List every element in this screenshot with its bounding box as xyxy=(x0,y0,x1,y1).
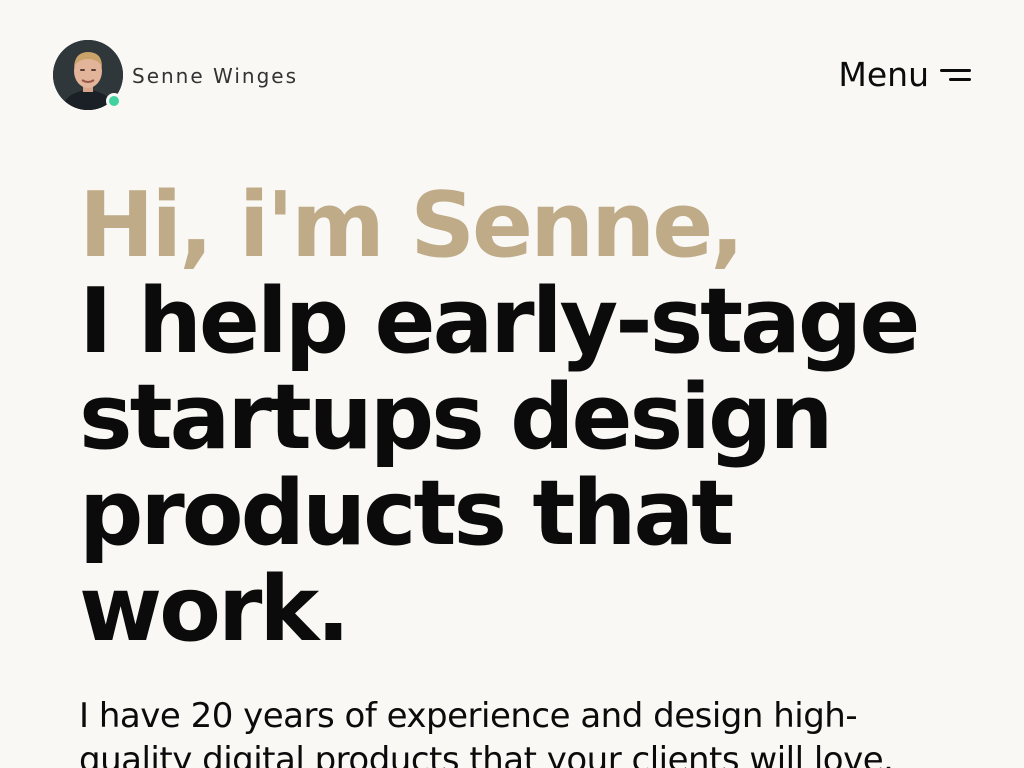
hero-greeting: Hi, i'm Senne, xyxy=(79,173,744,278)
profile-link[interactable]: Senne Winges xyxy=(53,40,298,110)
site-header: Senne Winges Menu xyxy=(0,0,1024,150)
menu-button[interactable]: Menu xyxy=(838,55,971,94)
hero-headline: I help early-stage startups design produ… xyxy=(79,269,920,662)
hamburger-menu-icon xyxy=(940,64,971,86)
hero-intro-text: I have 20 years of experience and design… xyxy=(79,696,894,768)
online-status-dot xyxy=(106,93,122,109)
menu-label: Menu xyxy=(838,55,929,94)
profile-name: Senne Winges xyxy=(132,64,299,88)
hero-section: Hi, i'm Senne, I help early-stage startu… xyxy=(79,178,999,658)
avatar xyxy=(53,40,123,110)
